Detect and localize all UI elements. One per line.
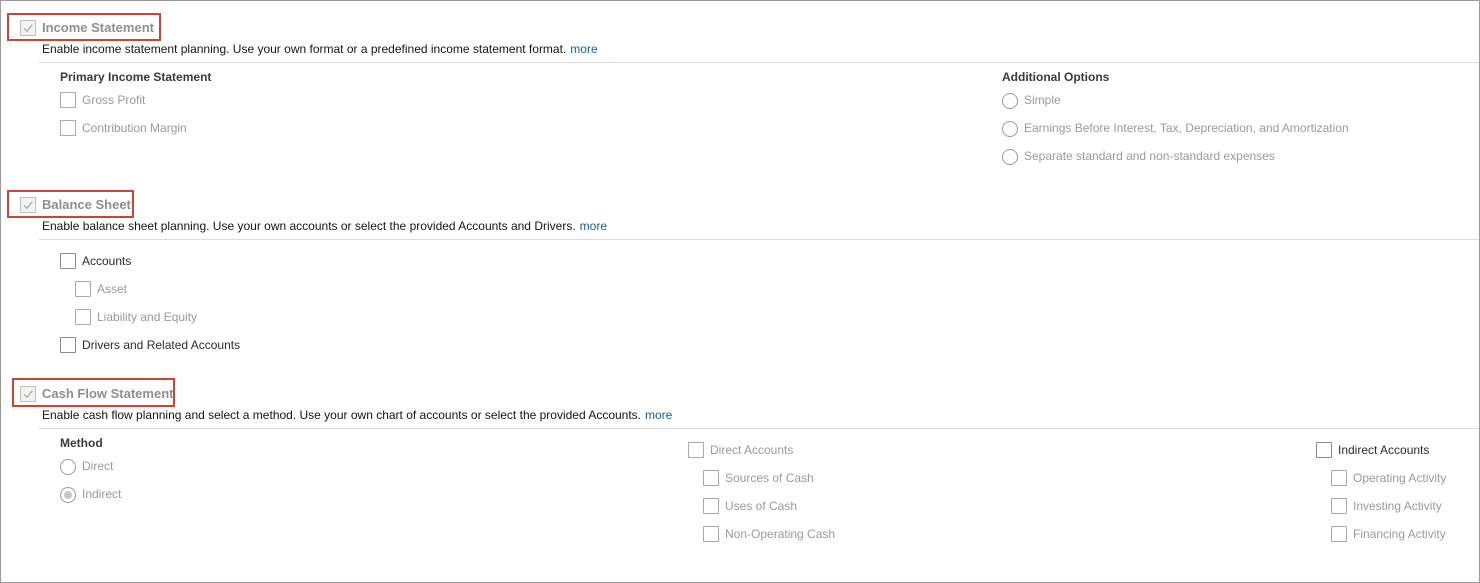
- income-statement-description: Enable income statement planning. Use yo…: [42, 42, 598, 56]
- financing-activity-label: Financing Activity: [1353, 527, 1446, 541]
- direct-accounts-checkbox[interactable]: [688, 442, 704, 458]
- uses-of-cash-label: Uses of Cash: [725, 499, 798, 513]
- uses-of-cash-checkbox[interactable]: [703, 498, 719, 514]
- contribution-margin-checkbox[interactable]: [60, 120, 76, 136]
- income-statement-description-text: Enable income statement planning. Use yo…: [42, 42, 567, 56]
- sources-of-cash-label: Sources of Cash: [725, 471, 814, 485]
- gross-profit-label: Gross Profit: [82, 93, 146, 107]
- balance-sheet-checkbox[interactable]: [20, 197, 36, 213]
- primary-income-statement-heading: Primary Income Statement: [60, 70, 212, 84]
- divider: [39, 428, 1479, 429]
- income-statement-title: Income Statement: [42, 20, 154, 35]
- balance-sheet-more-link[interactable]: more: [580, 219, 607, 233]
- feature-config-panel: Income Statement Enable income statement…: [0, 0, 1480, 583]
- sources-of-cash-checkbox[interactable]: [703, 470, 719, 486]
- operating-activity-checkbox[interactable]: [1331, 470, 1347, 486]
- cash-flow-checkbox[interactable]: [20, 386, 36, 402]
- accounts-label: Accounts: [82, 254, 132, 268]
- divider: [39, 62, 1479, 63]
- divider: [39, 239, 1479, 240]
- asset-checkbox[interactable]: [75, 281, 91, 297]
- indirect-radio[interactable]: [60, 487, 76, 503]
- investing-activity-checkbox[interactable]: [1331, 498, 1347, 514]
- simple-label: Simple: [1024, 93, 1061, 107]
- non-operating-cash-checkbox[interactable]: [703, 526, 719, 542]
- accounts-checkbox[interactable]: [60, 253, 76, 269]
- simple-radio[interactable]: [1002, 93, 1018, 109]
- balance-sheet-description: Enable balance sheet planning. Use your …: [42, 219, 607, 233]
- separate-expenses-label: Separate standard and non-standard expen…: [1024, 149, 1275, 163]
- gross-profit-checkbox[interactable]: [60, 92, 76, 108]
- non-operating-cash-label: Non-Operating Cash: [725, 527, 836, 541]
- direct-accounts-label: Direct Accounts: [710, 443, 794, 457]
- indirect-accounts-label: Indirect Accounts: [1338, 443, 1430, 457]
- check-icon: [23, 24, 33, 33]
- check-icon: [23, 201, 33, 210]
- drivers-checkbox[interactable]: [60, 337, 76, 353]
- income-statement-more-link[interactable]: more: [570, 42, 597, 56]
- cash-flow-more-link[interactable]: more: [645, 408, 672, 422]
- drivers-label: Drivers and Related Accounts: [82, 338, 241, 352]
- separate-expenses-radio[interactable]: [1002, 149, 1018, 165]
- balance-sheet-title: Balance Sheet: [42, 197, 131, 212]
- cash-flow-title: Cash Flow Statement: [42, 386, 174, 401]
- ebitda-label: Earnings Before Interest, Tax, Depreciat…: [1024, 121, 1349, 135]
- liability-equity-label: Liability and Equity: [97, 310, 198, 324]
- operating-activity-label: Operating Activity: [1353, 471, 1447, 485]
- ebitda-radio[interactable]: [1002, 121, 1018, 137]
- direct-label: Direct: [82, 459, 114, 473]
- indirect-accounts-checkbox[interactable]: [1316, 442, 1332, 458]
- cash-flow-description: Enable cash flow planning and select a m…: [42, 408, 672, 422]
- asset-label: Asset: [97, 282, 128, 296]
- contribution-margin-label: Contribution Margin: [82, 121, 187, 135]
- method-heading: Method: [60, 436, 103, 450]
- direct-radio[interactable]: [60, 459, 76, 475]
- check-icon: [23, 390, 33, 399]
- income-statement-checkbox[interactable]: [20, 20, 36, 36]
- investing-activity-label: Investing Activity: [1353, 499, 1442, 513]
- indirect-label: Indirect: [82, 487, 122, 501]
- balance-sheet-description-text: Enable balance sheet planning. Use your …: [42, 219, 576, 233]
- additional-options-heading: Additional Options: [1002, 70, 1110, 84]
- cash-flow-description-text: Enable cash flow planning and select a m…: [42, 408, 642, 422]
- financing-activity-checkbox[interactable]: [1331, 526, 1347, 542]
- liability-equity-checkbox[interactable]: [75, 309, 91, 325]
